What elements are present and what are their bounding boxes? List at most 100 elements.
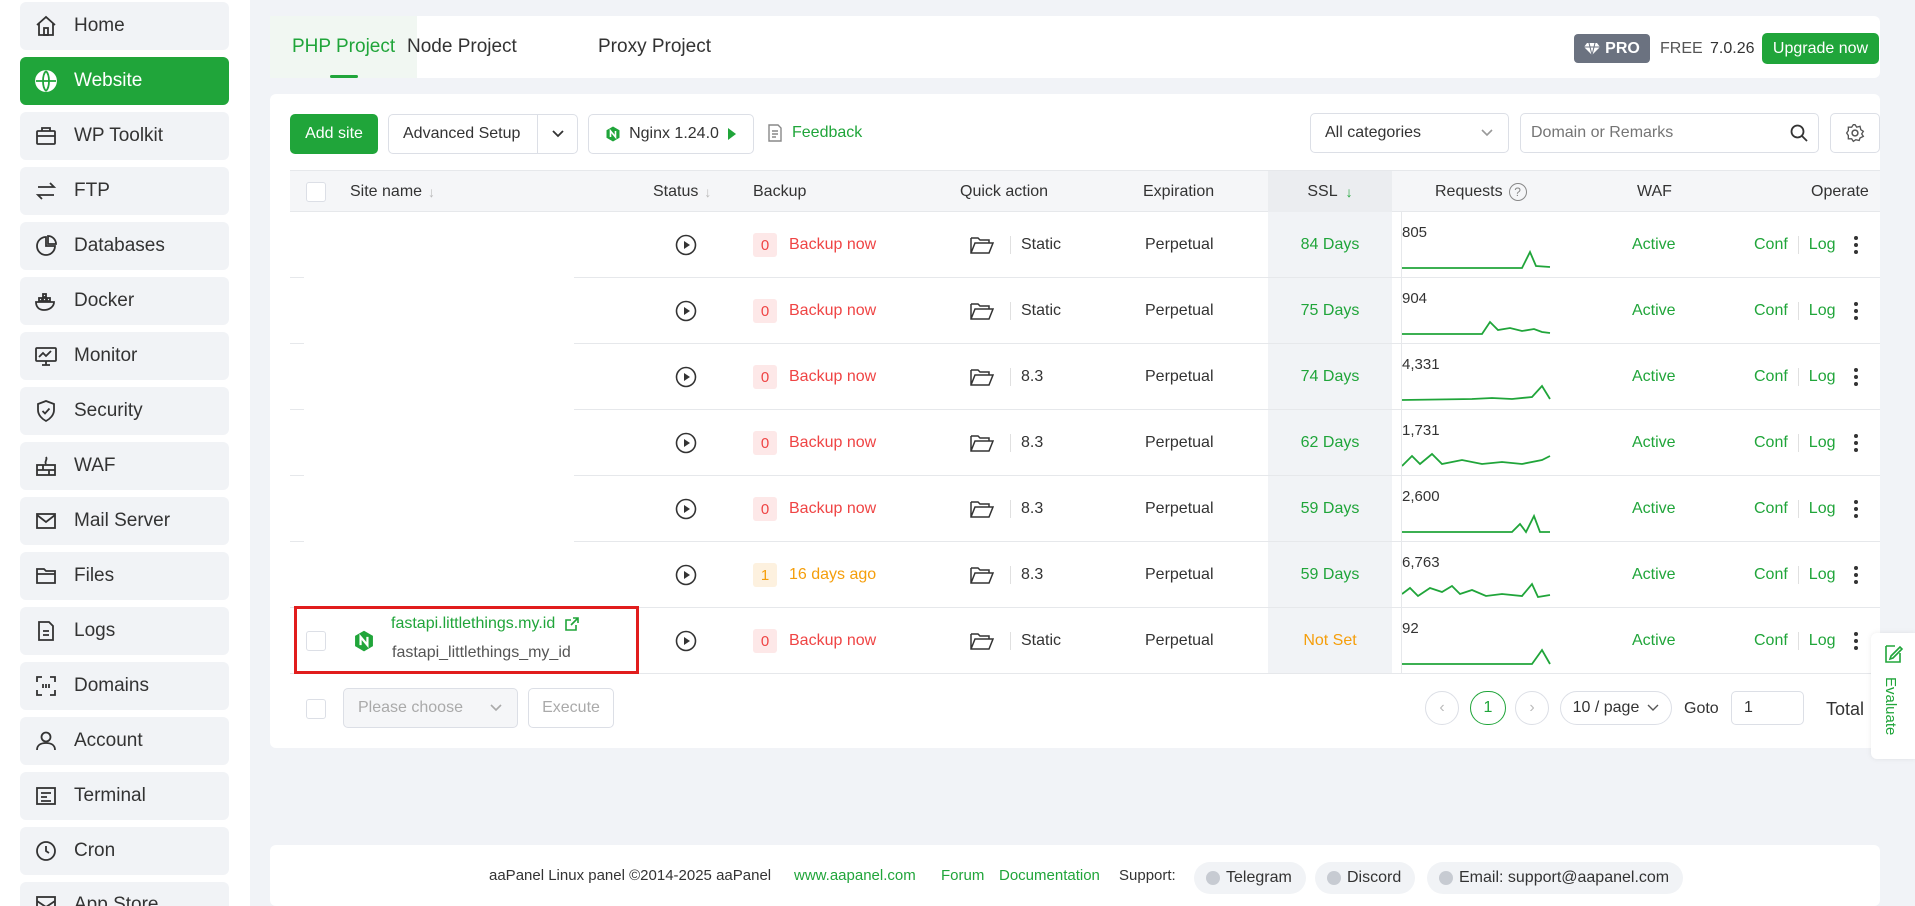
sidebar-item-security[interactable]: Security [20, 387, 229, 435]
open-directory-icon[interactable] [970, 410, 994, 476]
prev-page-button[interactable]: ‹ [1425, 691, 1459, 725]
requests-sparkline[interactable] [1402, 306, 1552, 343]
php-version[interactable]: 8.3 [1021, 500, 1043, 518]
start-stop-button[interactable] [675, 476, 697, 542]
bulk-action-select[interactable]: Please choose [343, 688, 518, 728]
log-link[interactable]: Log [1809, 434, 1836, 452]
goto-page-input[interactable]: 1 [1731, 691, 1804, 725]
ssl-cell[interactable]: 75 Days [1268, 278, 1392, 344]
expiration-cell[interactable]: Perpetual [1145, 278, 1214, 344]
category-select[interactable]: All categories [1310, 113, 1509, 153]
open-directory-icon[interactable] [970, 344, 994, 410]
telegram-link[interactable]: Telegram [1194, 862, 1306, 894]
more-actions-icon[interactable] [1854, 476, 1858, 542]
requests-sparkline[interactable] [1402, 504, 1552, 541]
sidebar-item-mail-server[interactable]: Mail Server [20, 497, 229, 545]
backup-cell[interactable]: 1 16 days ago [753, 542, 876, 608]
tab-proxy-project[interactable]: Proxy Project [598, 16, 711, 78]
waf-status[interactable]: Active [1632, 542, 1676, 608]
requests-sparkline[interactable] [1401, 372, 1552, 409]
more-actions-icon[interactable] [1854, 212, 1858, 278]
log-link[interactable]: Log [1809, 368, 1836, 386]
ssl-cell[interactable]: 59 Days [1268, 542, 1392, 608]
expiration-cell[interactable]: Perpetual [1145, 542, 1214, 608]
add-site-button[interactable]: Add site [290, 114, 378, 154]
domain-search-input[interactable] [1531, 124, 1771, 142]
log-link[interactable]: Log [1809, 500, 1836, 518]
sidebar-item-wp-toolkit[interactable]: WP Toolkit [20, 112, 229, 160]
backup-cell[interactable]: 0 Backup now [753, 608, 876, 674]
open-directory-icon[interactable] [970, 542, 994, 608]
ssl-cell[interactable]: Not Set [1268, 608, 1392, 674]
requests-sparkline[interactable] [1401, 438, 1552, 475]
email-support-link[interactable]: Email: support@aapanel.com [1427, 862, 1684, 894]
column-site-name[interactable]: Site name ↓ [350, 171, 435, 213]
backup-cell[interactable]: 0 Backup now [753, 344, 876, 410]
feedback-link[interactable]: Feedback [766, 124, 862, 142]
start-stop-button[interactable] [675, 278, 697, 344]
advanced-setup-dropdown[interactable]: Advanced Setup [388, 114, 578, 154]
documentation-link[interactable]: Documentation [999, 867, 1100, 884]
sidebar-item-monitor[interactable]: Monitor [20, 332, 229, 380]
sidebar-item-databases[interactable]: Databases [20, 222, 229, 270]
start-stop-button[interactable] [675, 410, 697, 476]
start-stop-button[interactable] [675, 542, 697, 608]
domain-search-box[interactable] [1520, 113, 1819, 153]
open-directory-icon[interactable] [970, 476, 994, 542]
conf-link[interactable]: Conf [1754, 368, 1788, 386]
waf-status[interactable]: Active [1632, 476, 1676, 542]
search-icon[interactable] [1790, 124, 1808, 142]
help-icon[interactable]: ? [1508, 183, 1527, 201]
sidebar-item-terminal[interactable]: Terminal [20, 772, 229, 820]
column-status[interactable]: Status ↓ [653, 171, 711, 213]
sidebar-item-domains[interactable]: Domains [20, 662, 229, 710]
log-link[interactable]: Log [1809, 632, 1836, 650]
waf-status[interactable]: Active [1632, 278, 1676, 344]
forum-link[interactable]: Forum [941, 867, 984, 884]
nginx-service-button[interactable]: Nginx 1.24.0 [588, 114, 754, 154]
settings-button[interactable] [1830, 113, 1880, 153]
ssl-cell[interactable]: 74 Days [1268, 344, 1392, 410]
waf-status[interactable]: Active [1632, 410, 1676, 476]
php-version[interactable]: 8.3 [1021, 368, 1043, 386]
more-actions-icon[interactable] [1854, 410, 1858, 476]
waf-status[interactable]: Active [1632, 344, 1676, 410]
tab-node-project[interactable]: Node Project [407, 16, 517, 78]
php-version[interactable]: 8.3 [1021, 434, 1043, 452]
open-directory-icon[interactable] [970, 608, 994, 674]
more-actions-icon[interactable] [1854, 344, 1858, 410]
requests-sparkline[interactable] [1401, 570, 1552, 607]
sidebar-item-home[interactable]: Home [20, 2, 229, 50]
sidebar-item-account[interactable]: Account [20, 717, 229, 765]
expiration-cell[interactable]: Perpetual [1145, 212, 1214, 278]
select-all-checkbox[interactable] [306, 171, 326, 213]
backup-cell[interactable]: 0 Backup now [753, 278, 876, 344]
more-actions-icon[interactable] [1854, 542, 1858, 608]
conf-link[interactable]: Conf [1754, 236, 1788, 254]
php-version[interactable]: Static [1021, 632, 1061, 650]
upgrade-button[interactable]: Upgrade now [1762, 33, 1879, 64]
page-button-current[interactable]: 1 [1470, 691, 1506, 725]
next-page-button[interactable]: › [1515, 691, 1549, 725]
sidebar-item-docker[interactable]: Docker [20, 277, 229, 325]
conf-link[interactable]: Conf [1754, 632, 1788, 650]
sidebar-item-files[interactable]: Files [20, 552, 229, 600]
requests-sparkline[interactable] [1402, 636, 1552, 673]
sidebar-item-cron[interactable]: Cron [20, 827, 229, 875]
waf-status[interactable]: Active [1632, 212, 1676, 278]
discord-link[interactable]: Discord [1315, 862, 1416, 894]
start-stop-button[interactable] [675, 344, 697, 410]
sidebar-item-website[interactable]: Website [20, 57, 229, 105]
conf-link[interactable]: Conf [1754, 302, 1788, 320]
expiration-cell[interactable]: Perpetual [1145, 344, 1214, 410]
backup-cell[interactable]: 0 Backup now [753, 476, 876, 542]
log-link[interactable]: Log [1809, 566, 1836, 584]
waf-status[interactable]: Active [1632, 608, 1676, 674]
log-link[interactable]: Log [1809, 302, 1836, 320]
log-link[interactable]: Log [1809, 236, 1836, 254]
more-actions-icon[interactable] [1854, 608, 1858, 674]
website-link[interactable]: www.aapanel.com [794, 867, 916, 884]
tab-php-project[interactable]: PHP Project [270, 16, 418, 78]
sidebar-item-ftp[interactable]: FTP [20, 167, 229, 215]
php-version[interactable]: Static [1021, 236, 1061, 254]
